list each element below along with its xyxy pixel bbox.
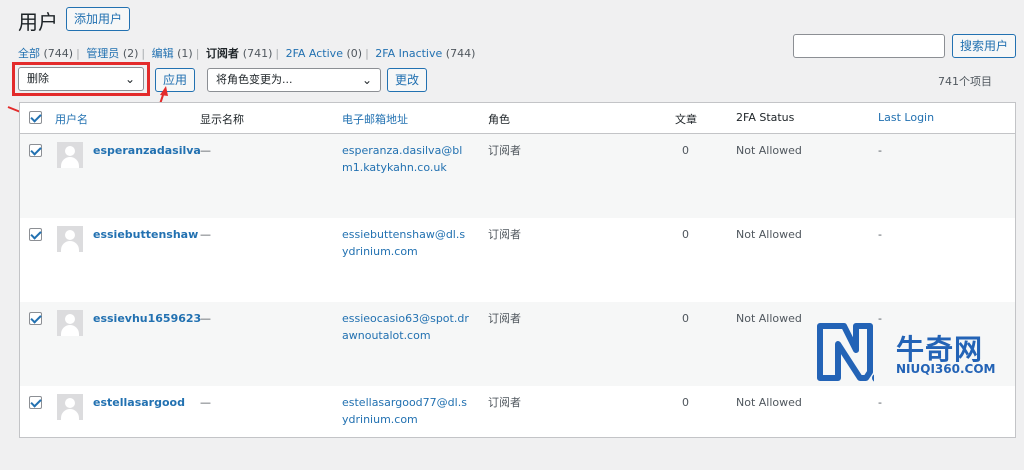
filter-2fa-inactive[interactable]: 2FA Inactive (744) [375,47,475,60]
display-name: — [200,144,211,157]
role-filter-links: 全部 (744) | 管理员 (2) | 编辑 (1) | 订阅者 (741) | 2F… [18,47,476,60]
twofa-status: Not Allowed [736,312,802,325]
post-count[interactable]: 0 [682,310,689,327]
column-username[interactable]: 用户名 [55,111,88,127]
change-role-button[interactable]: 更改 [387,68,428,92]
last-login: - [878,144,882,157]
display-name: — [200,312,211,325]
item-count: 741个项目 [938,75,992,88]
role: 订阅者 [488,228,521,241]
column-last-login[interactable]: Last Login [878,111,934,124]
avatar [57,142,83,168]
row-checkbox[interactable] [29,312,42,325]
table-row: estellasargood — estellasargood77@dl.syd… [20,386,1015,470]
watermark-subtext: NIUQI360.COM [896,362,996,376]
email-link[interactable]: esperanza.dasilva@blm1.katykahn.co.uk [342,142,470,176]
search-users-button[interactable]: 搜索用户 [952,34,1017,58]
select-all-checkbox[interactable] [29,111,42,124]
watermark-logo: 牛奇网 NIUQI360.COM [816,320,1011,384]
post-count[interactable]: 0 [682,226,689,243]
role: 订阅者 [488,396,521,409]
username-link[interactable]: esperanzadasilva [93,142,201,159]
search-input[interactable] [793,34,945,58]
row-checkbox[interactable] [29,228,42,241]
email-link[interactable]: estellasargood77@dl.sydrinium.com [342,394,470,428]
post-count[interactable]: 0 [682,394,689,411]
column-posts: 文章 [675,113,697,126]
column-display-name: 显示名称 [200,113,244,126]
filter-administrator[interactable]: 管理员 (2) [86,47,138,60]
column-2fa-status: 2FA Status [736,111,795,124]
users-table: 用户名 显示名称 电子邮箱地址 角色 文章 2FA Status Last Lo… [19,102,1016,438]
email-link[interactable]: essiebuttenshaw@dl.sydrinium.com [342,226,470,260]
row-checkbox[interactable] [29,396,42,409]
last-login: - [878,228,882,241]
column-email[interactable]: 电子邮箱地址 [342,111,408,127]
username-link[interactable]: essievhu1659623 [93,310,201,327]
column-role: 角色 [488,113,510,126]
display-name: — [200,396,211,409]
post-count[interactable]: 0 [682,142,689,159]
avatar [57,310,83,336]
filter-editor[interactable]: 编辑 (1) [152,47,193,60]
last-login: - [878,396,882,409]
page-title: 用户 [18,10,58,34]
avatar [57,394,83,420]
add-user-button[interactable]: 添加用户 [66,7,131,31]
role: 订阅者 [488,312,521,325]
filter-subscriber[interactable]: 订阅者 (741) [206,47,272,60]
row-checkbox[interactable] [29,144,42,157]
avatar [57,226,83,252]
twofa-status: Not Allowed [736,228,802,241]
change-role-value: 将角色变更为... [216,73,293,86]
table-header: 用户名 显示名称 电子邮箱地址 角色 文章 2FA Status Last Lo… [20,103,1015,134]
filter-2fa-active[interactable]: 2FA Active (0) [286,47,362,60]
twofa-status: Not Allowed [736,396,802,409]
table-row: essiebuttenshaw — essiebuttenshaw@dl.syd… [20,218,1015,302]
filter-all[interactable]: 全部 (744) [18,47,73,60]
username-link[interactable]: estellasargood [93,394,185,411]
niuqi-logo-icon [817,323,874,382]
highlight-box [12,62,150,96]
username-link[interactable]: essiebuttenshaw [93,226,198,243]
table-row: esperanzadasilva — esperanza.dasilva@blm… [20,134,1015,218]
role: 订阅者 [488,144,521,157]
email-link[interactable]: essieocasio63@spot.drawnoutalot.com [342,310,470,344]
change-role-select[interactable]: 将角色变更为... ⌄ [207,68,381,92]
twofa-status: Not Allowed [736,144,802,157]
display-name: — [200,228,211,241]
chevron-down-icon: ⌄ [361,73,372,87]
